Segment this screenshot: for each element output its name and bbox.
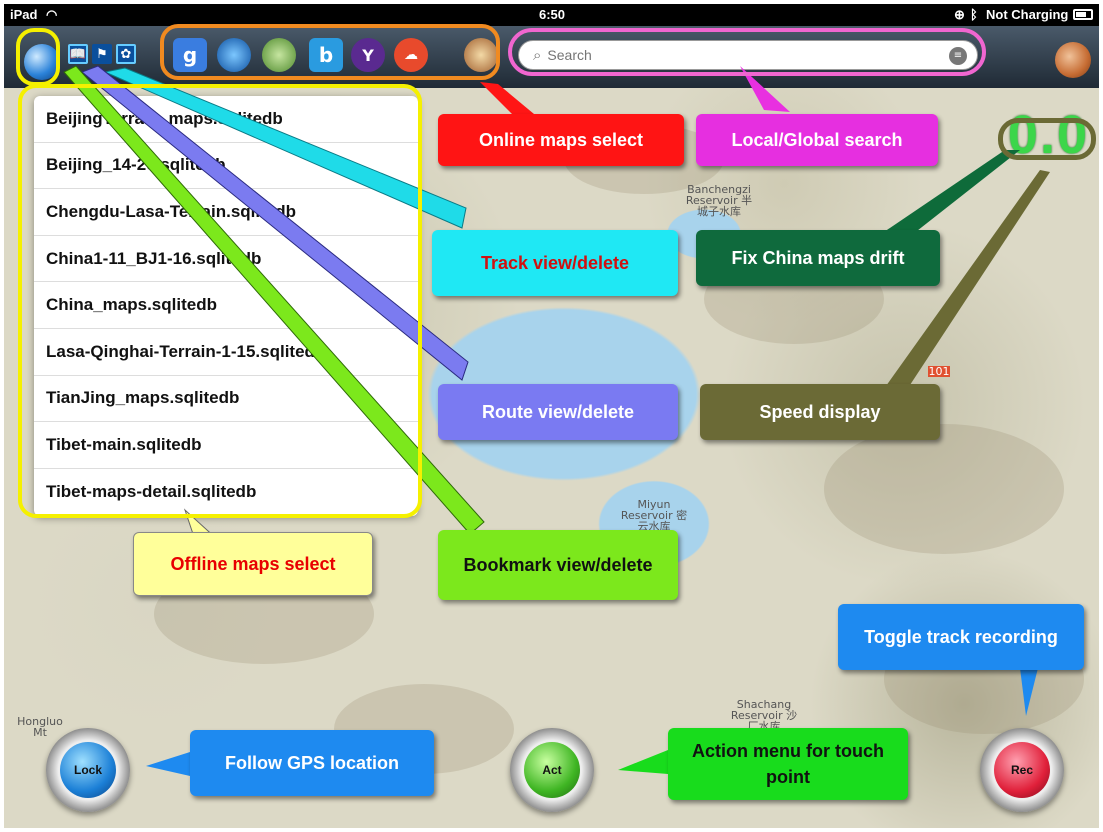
offline-list-highlight xyxy=(18,84,422,518)
callout-speed: Speed display xyxy=(700,384,940,440)
clock: 6:50 xyxy=(539,7,566,22)
map-label-hongluo: Hongluo Mt xyxy=(17,715,63,739)
callout-action-menu: Action menu for touch point xyxy=(668,728,908,800)
callout-search: Local/Global search xyxy=(696,114,938,166)
online-maps-highlight xyxy=(160,24,500,80)
map-label-miyun: Miyun Reservoir 密云水库 xyxy=(620,498,688,533)
callout-follow-gps: Follow GPS location xyxy=(190,730,434,796)
charging-status: Not Charging xyxy=(986,7,1069,22)
callout-route: Route view/delete xyxy=(438,384,678,440)
map-label-banchengzi: Banchengzi Reservoir 半城子水库 xyxy=(685,183,753,218)
callout-online-maps: Online maps select xyxy=(438,114,684,166)
speed-highlight xyxy=(998,118,1096,160)
callout-fix-china: Fix China maps drift xyxy=(696,230,940,286)
route-flag-icon[interactable]: ⚑ xyxy=(92,44,112,64)
search-highlight xyxy=(508,28,986,76)
paw-icon[interactable]: ✿ xyxy=(116,44,136,64)
highway-shield: 101 xyxy=(928,365,950,378)
callout-offline: Offline maps select xyxy=(133,532,373,596)
bluetooth-icon: ᛒ xyxy=(970,7,978,22)
callout-bookmark: Bookmark view/delete xyxy=(438,530,678,600)
callout-track: Track view/delete xyxy=(432,230,678,296)
wifi-icon: ◠ xyxy=(46,7,58,22)
act-button-label: Act xyxy=(524,742,580,798)
act-button[interactable]: Act xyxy=(510,728,594,812)
mars-avatar-icon[interactable] xyxy=(1055,42,1091,78)
lock-rotation-icon: ⊕ xyxy=(954,7,965,22)
rec-button-label: Rec xyxy=(994,742,1050,798)
battery-icon xyxy=(1073,9,1093,20)
device-name: iPad xyxy=(10,7,38,22)
lock-button-label: Lock xyxy=(60,742,116,798)
book-icon[interactable]: 📖 xyxy=(68,44,88,64)
status-bar: iPad ◠ 6:50 ⊕ ᛒ Not Charging xyxy=(4,4,1099,26)
globe-highlight xyxy=(16,28,60,86)
callout-toggle-track: Toggle track recording xyxy=(838,604,1084,670)
lock-button[interactable]: Lock xyxy=(46,728,130,812)
rec-button[interactable]: Rec xyxy=(980,728,1064,812)
